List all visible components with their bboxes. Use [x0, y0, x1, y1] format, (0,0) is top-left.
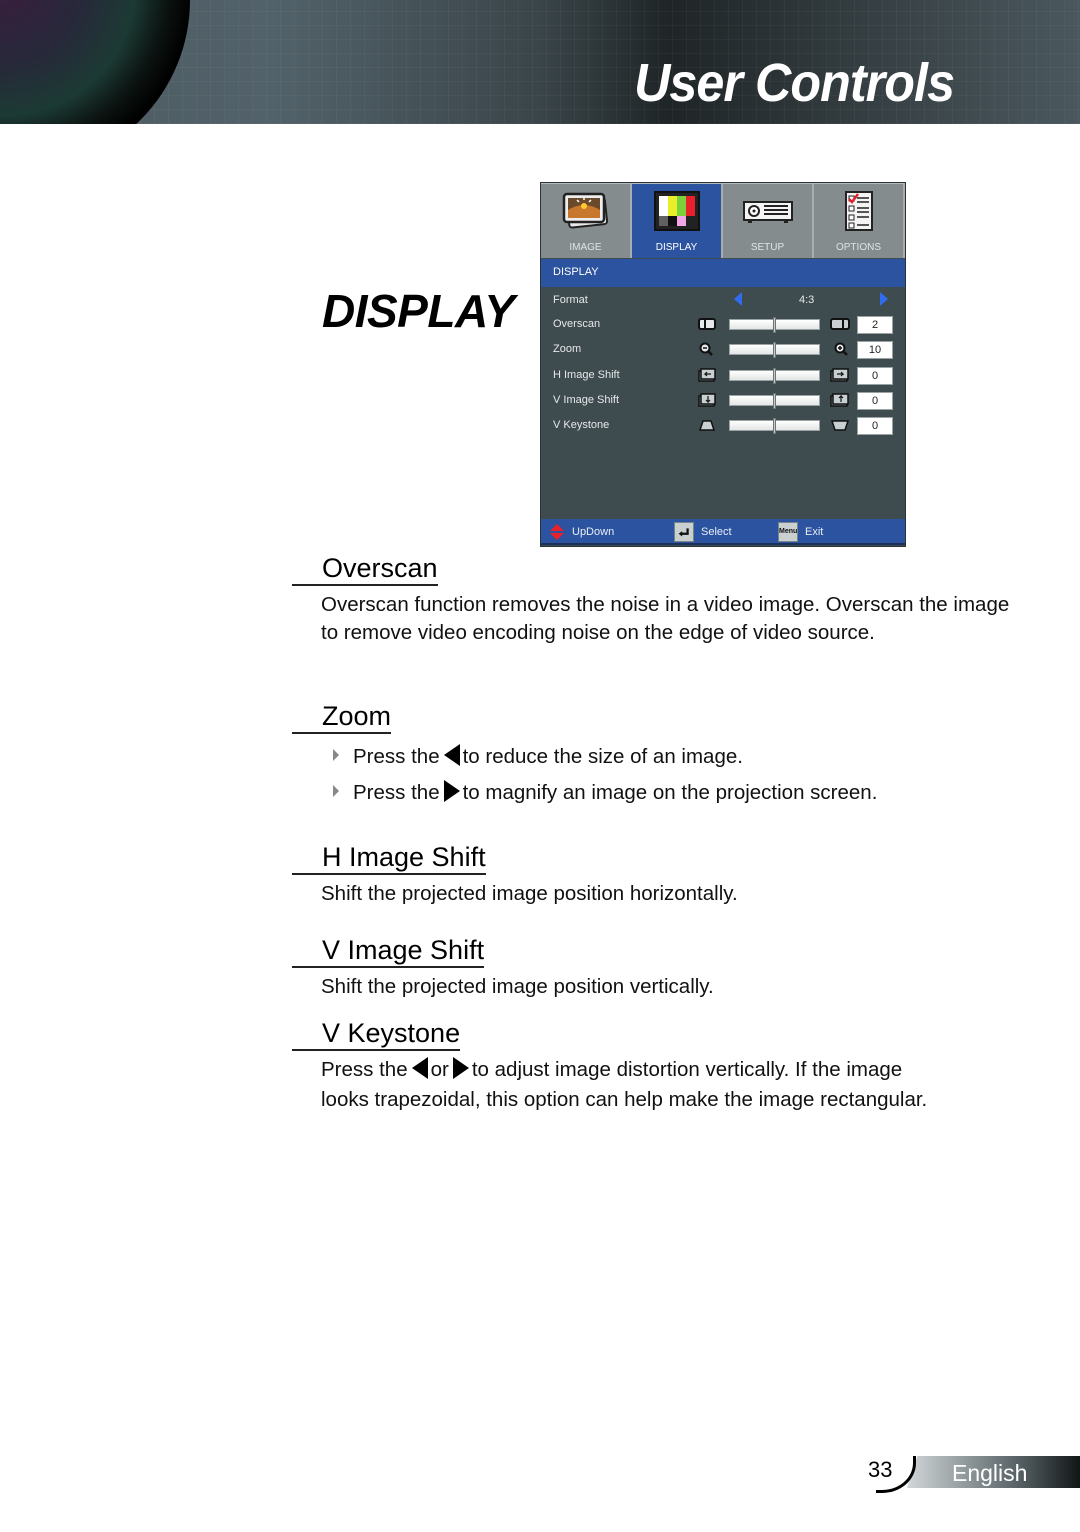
camera-lens-graphic — [0, 0, 190, 124]
osd-row-label: Zoom — [553, 343, 582, 355]
osd-row-label: V Keystone — [553, 419, 610, 431]
osd-tabs: IMAGE DISPLAY SETUP OPTIONS — [541, 183, 905, 258]
osd-row-h-image-shift[interactable]: H Image Shift 0 — [541, 366, 905, 386]
slider-knob[interactable] — [773, 418, 776, 434]
tab-label: DISPLAY — [655, 242, 698, 253]
section-heading-v-image-shift: V Image Shift — [292, 935, 485, 968]
header-banner: User Controls — [0, 0, 1080, 124]
overscan-value: 2 — [857, 316, 893, 334]
text-mid: or — [430, 1058, 449, 1081]
updown-arrows-icon — [550, 524, 564, 540]
select-hint: Select — [701, 526, 732, 538]
overscan-increase-icon — [830, 318, 850, 330]
h-image-shift-slider[interactable] — [729, 368, 820, 384]
bullet-text-pre: Press the — [353, 781, 440, 804]
v-image-shift-slider[interactable] — [729, 393, 820, 409]
zoom-slider[interactable] — [729, 342, 820, 358]
v-image-shift-description: Shift the projected image position verti… — [321, 975, 714, 998]
v-image-shift-value: 0 — [857, 392, 893, 410]
section-heading-zoom: Zoom — [292, 701, 392, 734]
zoom-out-icon — [699, 342, 713, 356]
section-heading-overscan: Overscan — [292, 553, 438, 586]
projector-icon — [742, 201, 793, 223]
zoom-bullet-magnify: Press the to magnify an image on the proj… — [333, 780, 877, 805]
image-icon — [562, 192, 608, 229]
overscan-slider[interactable] — [729, 317, 820, 333]
format-value: 4:3 — [799, 294, 815, 306]
slider-knob[interactable] — [773, 393, 776, 409]
osd-footer: UpDown Select Menu Exit — [541, 519, 905, 545]
tab-setup[interactable]: SETUP — [723, 183, 814, 258]
left-arrow-icon — [411, 1057, 428, 1079]
overscan-decrease-icon — [698, 318, 716, 330]
tab-label: OPTIONS — [835, 242, 881, 253]
osd-row-v-keystone[interactable]: V Keystone 0 — [541, 416, 905, 436]
osd-row-v-image-shift[interactable]: V Image Shift 0 — [541, 391, 905, 411]
exit-hint: Exit — [805, 526, 824, 538]
bullet-marker-icon — [333, 749, 339, 761]
slider-knob[interactable] — [773, 368, 776, 384]
osd-subheader: DISPLAY — [541, 259, 905, 287]
zoom-bullet-reduce: Press the to reduce the size of an image. — [333, 744, 743, 769]
left-arrow-icon — [443, 744, 460, 766]
osd-row-zoom[interactable]: Zoom 10 — [541, 340, 905, 360]
slider-knob[interactable] — [773, 317, 776, 333]
page-title: DISPLAY — [322, 285, 515, 337]
bullet-text-post: to reduce the size of an image. — [462, 745, 743, 768]
keystone-narrow-top-icon — [698, 420, 716, 431]
tab-label: SETUP — [750, 242, 785, 253]
v-keystone-description: Press the or to adjust image distortion ve… — [321, 1056, 1041, 1114]
slider-knob[interactable] — [773, 342, 776, 358]
page-number: 33 — [868, 1457, 893, 1482]
arrow-right-icon[interactable] — [880, 292, 888, 306]
osd-menu: IMAGE DISPLAY SETUP OPTIONS DISPLAY Form… — [540, 182, 906, 547]
bullet-text-pre: Press the — [353, 745, 440, 768]
v-keystone-value: 0 — [857, 417, 893, 435]
zoom-value: 10 — [857, 341, 893, 359]
v-keystone-slider[interactable] — [729, 418, 820, 434]
osd-row-overscan[interactable]: Overscan 2 — [541, 315, 905, 335]
arrow-left-icon[interactable] — [734, 292, 742, 306]
tab-image[interactable]: IMAGE — [541, 183, 632, 258]
shift-left-icon — [698, 368, 716, 382]
shift-right-icon — [830, 368, 849, 382]
zoom-in-icon — [834, 342, 848, 356]
h-image-shift-value: 0 — [857, 367, 893, 385]
menu-key-icon: Menu — [778, 522, 798, 542]
v-keystone-line-1: Press the or to adjust image distortion ve… — [321, 1056, 1041, 1084]
bullet-text-post: to magnify an image on the projection sc… — [462, 781, 878, 804]
h-image-shift-description: Shift the projected image position horiz… — [321, 882, 738, 905]
osd-row-label: V Image Shift — [553, 394, 620, 406]
right-arrow-icon — [452, 1057, 469, 1079]
keystone-narrow-bottom-icon — [830, 420, 850, 431]
text-pre: Press the — [321, 1058, 408, 1081]
tab-display[interactable]: DISPLAY — [632, 183, 723, 258]
bullet-marker-icon — [333, 785, 339, 797]
osd-row-label: Overscan — [553, 318, 601, 330]
display-test-pattern-icon — [653, 191, 700, 231]
section-heading-h-image-shift: H Image Shift — [292, 842, 486, 875]
language-label: English — [952, 1460, 1028, 1486]
updown-hint: UpDown — [572, 526, 615, 538]
shift-down-icon — [698, 393, 716, 407]
shift-up-icon — [830, 393, 849, 407]
right-arrow-icon — [443, 780, 460, 802]
tab-label: IMAGE — [569, 242, 602, 253]
text-post: to adjust image distortion vertically. I… — [471, 1058, 903, 1081]
tab-options[interactable]: OPTIONS — [814, 183, 905, 258]
section-heading-v-keystone: V Keystone — [292, 1018, 461, 1051]
osd-row-label: Format — [553, 294, 588, 306]
enter-key-icon — [674, 522, 694, 542]
osd-row-format[interactable]: Format 4:3 — [541, 291, 905, 311]
checklist-icon — [844, 191, 873, 231]
chapter-title: User Controls — [634, 53, 955, 113]
v-keystone-line-2: looks trapezoidal, this option can help … — [321, 1088, 928, 1111]
osd-row-label: H Image Shift — [553, 369, 620, 381]
overscan-description: Overscan function removes the noise in a… — [321, 593, 1010, 644]
